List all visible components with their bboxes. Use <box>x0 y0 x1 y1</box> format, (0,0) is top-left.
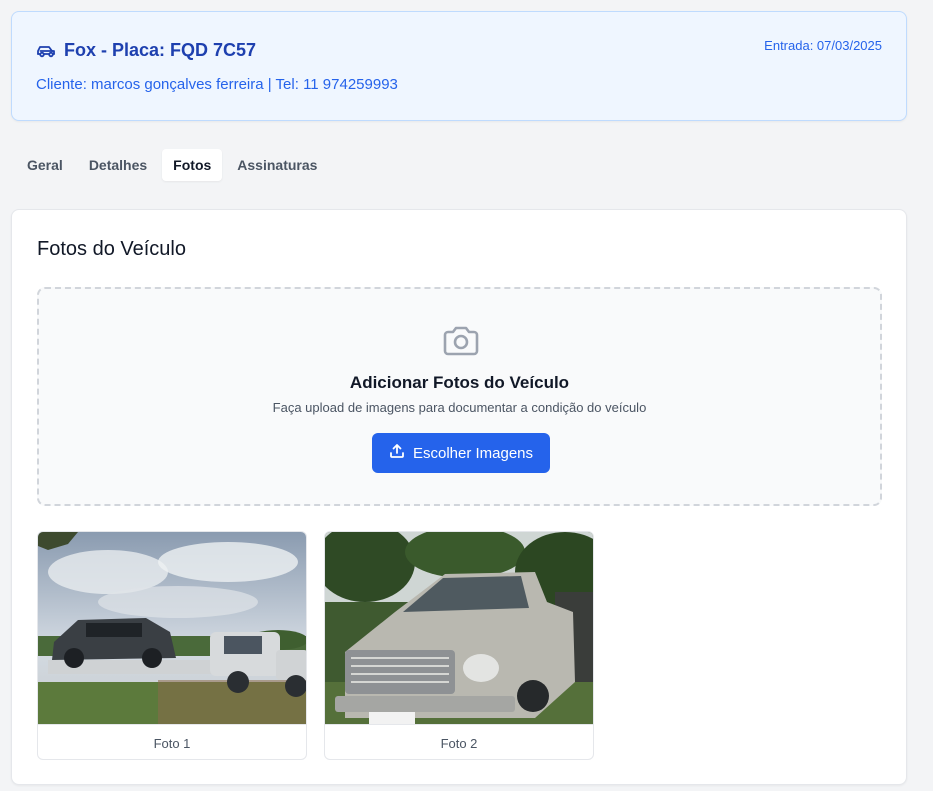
upload-icon <box>389 443 405 463</box>
photo-thumbnail[interactable] <box>325 532 594 724</box>
photo-card[interactable]: Foto 1 <box>37 531 307 760</box>
dropzone-description: Faça upload de imagens para documentar a… <box>272 400 647 415</box>
section-title: Fotos do Veículo <box>37 238 186 260</box>
vehicle-title-row: Fox - Placa: FQD 7C57 <box>36 40 256 61</box>
entry-date: Entrada: 07/03/2025 <box>764 38 882 53</box>
tab-assinaturas[interactable]: Assinaturas <box>226 149 328 181</box>
photo-thumbnail[interactable] <box>38 532 307 724</box>
choose-images-label: Escolher Imagens <box>412 444 534 462</box>
car-icon <box>36 41 56 61</box>
tab-detalhes[interactable]: Detalhes <box>78 149 158 181</box>
dropzone-title: Adicionar Fotos do Veículo <box>349 373 570 392</box>
photo-caption: Foto 1 <box>38 724 306 759</box>
tab-fotos[interactable]: Fotos <box>162 149 223 181</box>
choose-images-button[interactable]: Escolher Imagens <box>372 433 550 473</box>
upload-dropzone[interactable]: Adicionar Fotos do Veículo Faça upload d… <box>37 287 882 506</box>
tab-bar: Geral Detalhes Fotos Assinaturas <box>16 149 328 181</box>
client-info: Cliente: marcos gonçalves ferreira | Tel… <box>36 76 398 93</box>
tab-geral[interactable]: Geral <box>16 149 74 181</box>
photo-gallery: Foto 1 Foto 2 <box>37 531 594 760</box>
vehicle-title: Fox - Placa: FQD 7C57 <box>64 40 257 60</box>
camera-icon <box>441 323 481 359</box>
photo-card[interactable]: Foto 2 <box>324 531 594 760</box>
vehicle-header-card: Fox - Placa: FQD 7C57 Cliente: marcos go… <box>11 11 907 121</box>
photos-card: Fotos do Veículo Adicionar Fotos do Veíc… <box>11 209 907 785</box>
photo-caption: Foto 2 <box>325 724 593 759</box>
